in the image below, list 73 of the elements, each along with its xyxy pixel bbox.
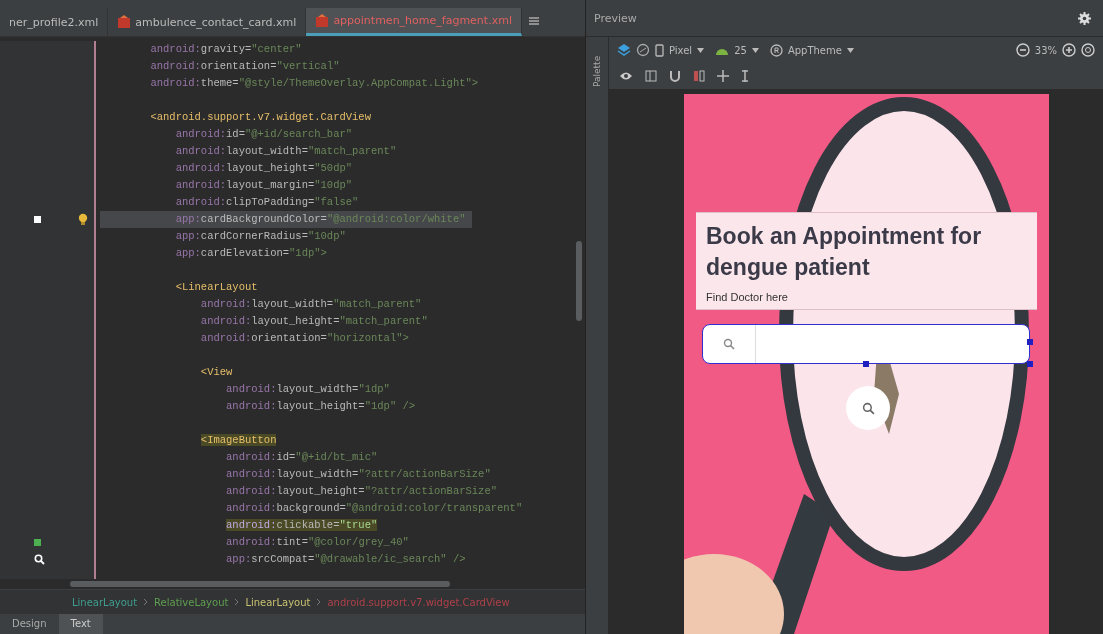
code-line: android:layout_height="?attr/actionBarSize"	[225, 484, 498, 499]
eye-icon[interactable]	[619, 71, 633, 81]
breadcrumb-item[interactable]: RelativeLayout	[154, 596, 229, 608]
search-icon	[861, 401, 875, 415]
code-line: android:layout_width="?attr/actionBarSize"	[225, 467, 492, 482]
code-line: android:layout_height="1dp" />	[225, 399, 417, 414]
code-line: app:srcCompat="@drawable/ic_search" />	[225, 552, 467, 567]
phone-icon	[655, 43, 664, 57]
palette-tab[interactable]: Palette	[592, 47, 602, 87]
color-swatch-icon	[34, 539, 41, 546]
chevron-icon	[234, 598, 240, 606]
device-dropdown[interactable]: Pixel	[669, 44, 693, 56]
code-line: app:cardCornerRadius="10dp"	[174, 229, 347, 244]
editor-mode-tab[interactable]: Design	[0, 614, 59, 634]
constraints-icon[interactable]	[693, 70, 705, 82]
resize-handle[interactable]	[1027, 339, 1033, 345]
code-line: android:layout_width="1dp"	[225, 382, 391, 397]
code-line: android:clipToPadding="false"	[174, 195, 360, 210]
code-line: android:id="@+id/bt_mic"	[225, 450, 379, 465]
file-icon	[315, 13, 330, 28]
caret-icon[interactable]	[697, 47, 705, 53]
zoom-fit-icon[interactable]	[1081, 43, 1095, 57]
screen-subtitle: Find Doctor here	[706, 291, 789, 303]
pack-icon[interactable]	[717, 70, 729, 82]
code-line: android:orientation="horizontal">	[199, 331, 410, 346]
chevron-icon	[143, 598, 149, 606]
panel-title: Preview	[594, 11, 637, 25]
editor-mode-tab[interactable]: Text	[58, 614, 103, 634]
code-line: android:layout_margin="10dp"	[174, 178, 354, 193]
bookmark-icon	[34, 216, 41, 223]
code-line: android:layout_height="match_parent"	[199, 314, 429, 329]
layers-icon[interactable]	[617, 43, 631, 57]
code-line: android:gravity="center"	[149, 42, 303, 57]
settings-icon[interactable]	[1078, 11, 1091, 25]
lightbulb-icon[interactable]	[78, 213, 88, 226]
blueprint-icon[interactable]	[645, 70, 657, 82]
baseline-icon[interactable]	[741, 70, 749, 82]
breadcrumb-item[interactable]: LinearLayout	[245, 596, 311, 608]
rotate-icon[interactable]	[636, 43, 650, 57]
zoom-level: 33%	[1034, 44, 1057, 56]
scrollbar-thumb[interactable]	[576, 241, 582, 321]
code-line: android:tint="@color/grey_40"	[225, 535, 410, 550]
code-line: android:orientation="vertical"	[149, 59, 341, 74]
tab-overflow-icon[interactable]	[527, 16, 540, 26]
code-line: android:layout_width="match_parent"	[174, 144, 398, 159]
code-line: android:background="@android:color/transparent"	[225, 501, 524, 516]
search-bar[interactable]	[702, 324, 1030, 364]
code-line: android:theme="@style/ThemeOverlay.AppCompat.Light">	[149, 76, 480, 91]
file-icon	[117, 15, 132, 29]
theme-icon	[769, 43, 783, 57]
code-line: android:id="@+id/search_bar"	[174, 127, 354, 142]
caret-icon[interactable]	[751, 47, 759, 53]
zoom-out-icon[interactable]	[1015, 43, 1030, 57]
code-line: <android.support.v7.widget.CardView	[149, 110, 372, 125]
screen-heading: Book an Appointment for dengue patient	[706, 222, 983, 282]
resize-handle[interactable]	[863, 361, 869, 367]
file-tab[interactable]: ner_profile2.xml	[0, 8, 109, 36]
zoom-in-icon[interactable]	[1062, 43, 1076, 57]
scrollbar-thumb[interactable]	[70, 581, 450, 587]
code-line: <View	[199, 365, 234, 380]
resize-handle[interactable]	[1027, 361, 1033, 367]
search-icon	[34, 554, 45, 565]
search-icon	[723, 338, 735, 350]
breadcrumb-item[interactable]: LinearLayout	[72, 596, 138, 608]
code-line: app:cardElevation="1dp">	[174, 246, 328, 261]
code-line: android:layout_height="50dp"	[174, 161, 354, 176]
code-line: <LinearLayout	[174, 280, 259, 295]
theme-dropdown[interactable]: AppTheme	[787, 44, 842, 56]
code-line: android:layout_width="match_parent"	[199, 297, 423, 312]
api-level-dropdown[interactable]: 25	[734, 44, 747, 56]
caret-icon[interactable]	[846, 47, 854, 53]
magnet-icon[interactable]	[669, 70, 681, 82]
chevron-icon	[316, 598, 322, 606]
